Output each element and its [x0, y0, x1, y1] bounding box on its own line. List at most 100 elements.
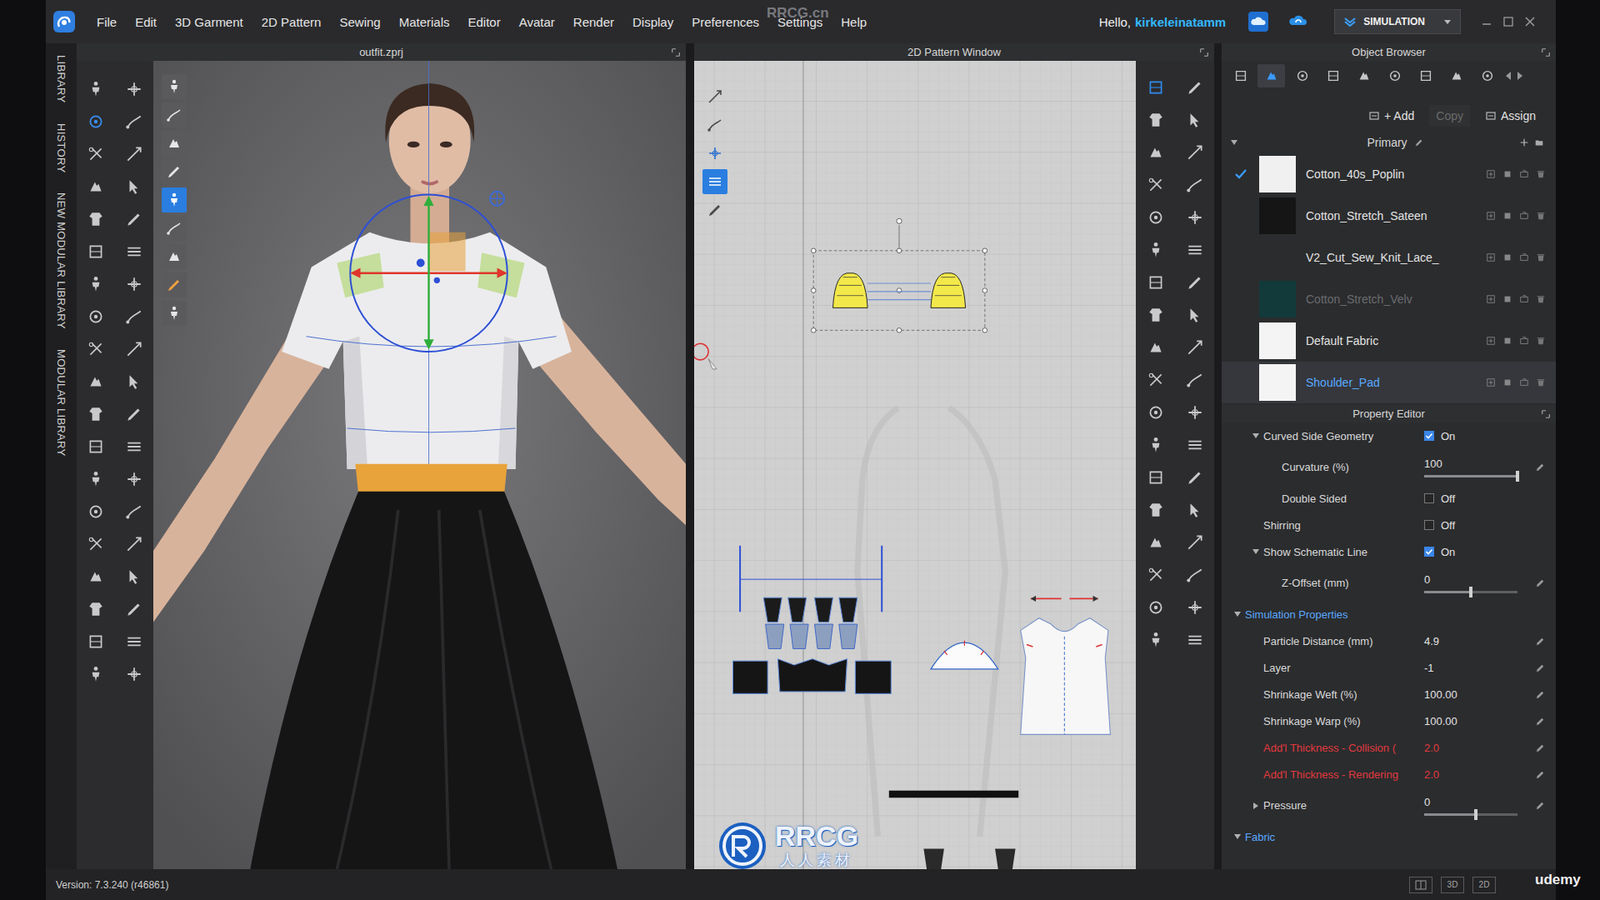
shape-icon[interactable]: [1449, 68, 1465, 84]
tool-button[interactable]: [86, 275, 105, 294]
edit-icon[interactable]: [1535, 742, 1546, 754]
pattern-view-tool[interactable]: [702, 112, 728, 138]
scissors-icon[interactable]: [86, 535, 105, 554]
lines-icon[interactable]: [125, 632, 144, 651]
move-icon[interactable]: [125, 470, 144, 489]
move-icon[interactable]: [1185, 208, 1205, 227]
shape-icon[interactable]: [1146, 533, 1165, 552]
cursor-icon[interactable]: [125, 567, 144, 586]
tool-button[interactable]: [86, 242, 105, 261]
box-icon[interactable]: [1418, 68, 1434, 84]
expand-icon[interactable]: [670, 47, 681, 58]
lines-icon[interactable]: [125, 242, 144, 261]
scissors-icon[interactable]: [1146, 175, 1165, 195]
avatar-icon[interactable]: [165, 191, 183, 209]
arrow-icon[interactable]: [1185, 338, 1205, 357]
arrow-icon[interactable]: [1185, 533, 1205, 552]
pencil-icon[interactable]: [125, 210, 144, 229]
shape-icon[interactable]: [165, 248, 183, 265]
move-icon[interactable]: [125, 275, 144, 294]
scroll-right-icon[interactable]: [1515, 70, 1525, 81]
expand-icon[interactable]: [1199, 47, 1210, 58]
pattern-pieces[interactable]: [694, 60, 1136, 870]
tool-button[interactable]: [86, 567, 105, 586]
sync-button[interactable]: [1287, 10, 1310, 33]
pencil-icon[interactable]: [125, 405, 144, 424]
pattern-tool[interactable]: [1146, 305, 1165, 325]
scroll-left-icon[interactable]: [1504, 70, 1513, 81]
tool-button[interactable]: [86, 177, 105, 196]
slider-value[interactable]: 0: [1424, 795, 1535, 809]
pattern-view-tool[interactable]: [702, 169, 728, 195]
pattern-tool[interactable]: [1185, 78, 1205, 97]
pattern-tool[interactable]: [1185, 175, 1205, 195]
delete-icon[interactable]: [1535, 252, 1546, 263]
edit-icon[interactable]: [1535, 769, 1546, 780]
pattern-view-tool[interactable]: [702, 140, 728, 166]
duplicate-icon[interactable]: [1485, 294, 1496, 305]
target-icon[interactable]: [1387, 68, 1403, 84]
move-icon[interactable]: [1185, 598, 1205, 617]
slider-value[interactable]: 0: [1424, 573, 1535, 586]
shape-icon[interactable]: [1146, 338, 1165, 357]
expand-toggle[interactable]: [1251, 801, 1260, 810]
menu-item[interactable]: Preferences: [682, 15, 769, 30]
pencil-icon[interactable]: [706, 201, 724, 219]
edit-icon[interactable]: [1535, 662, 1546, 674]
pattern-tool[interactable]: [1185, 240, 1205, 260]
fabric-row[interactable]: V2_Cut_Sew_Knit_Lace_: [1221, 236, 1556, 279]
checkbox[interactable]: [1424, 520, 1435, 530]
menu-item[interactable]: Edit: [125, 15, 166, 30]
delete-icon[interactable]: [1535, 335, 1546, 346]
menu-item[interactable]: Materials: [390, 15, 460, 30]
pattern-tool[interactable]: [1146, 110, 1165, 130]
save-icon[interactable]: [1519, 252, 1530, 263]
edit-button[interactable]: [1535, 635, 1546, 647]
tool-button[interactable]: [86, 145, 105, 164]
fabric-row[interactable]: Cotton_Stretch_Sateen: [1221, 195, 1556, 237]
view-tool[interactable]: [161, 102, 187, 128]
collapse-arrow-icon[interactable]: [1251, 547, 1260, 556]
target-icon[interactable]: [86, 307, 105, 326]
pattern-tool[interactable]: [1146, 598, 1165, 617]
box-icon[interactable]: [1233, 68, 1249, 84]
arrow-icon[interactable]: [125, 340, 144, 359]
pattern-tool[interactable]: [1185, 273, 1205, 292]
pattern-tool[interactable]: [1185, 338, 1205, 357]
save-icon[interactable]: [1519, 294, 1530, 305]
garment-icon[interactable]: [86, 405, 105, 424]
box-icon[interactable]: [86, 242, 105, 261]
menu-item[interactable]: File: [87, 15, 126, 30]
delete-icon[interactable]: [1535, 294, 1546, 305]
save-icon[interactable]: [1519, 210, 1530, 221]
app-logo-icon[interactable]: [52, 10, 76, 34]
tool-button[interactable]: [86, 80, 105, 99]
scissors-icon[interactable]: [1146, 370, 1165, 390]
expand-arrow-icon[interactable]: [1251, 801, 1260, 810]
value-field[interactable]: 100.00: [1424, 715, 1458, 728]
tool-button[interactable]: [125, 632, 144, 651]
lines-icon[interactable]: [1185, 435, 1205, 455]
pattern-tool[interactable]: [1185, 143, 1205, 162]
tool-button[interactable]: [125, 307, 144, 326]
properties-icon[interactable]: [1502, 252, 1513, 263]
browser-tab[interactable]: [1442, 64, 1470, 88]
tool-button[interactable]: [125, 340, 144, 359]
duplicate-icon[interactable]: [1485, 210, 1496, 221]
properties-icon[interactable]: [1502, 210, 1513, 221]
arrow-icon[interactable]: [706, 88, 724, 105]
menu-item[interactable]: Sewing: [330, 15, 390, 30]
pattern-tool[interactable]: [1146, 240, 1165, 260]
pattern-tool[interactable]: [1146, 533, 1165, 552]
tool-button[interactable]: [86, 502, 105, 521]
edit-icon[interactable]: [1535, 800, 1546, 811]
fabric-row[interactable]: Cotton_Stretch_Velv: [1221, 278, 1556, 320]
browser-tab[interactable]: [1288, 64, 1316, 88]
avatar-icon[interactable]: [1146, 240, 1165, 260]
duplicate-icon[interactable]: [1485, 377, 1496, 388]
value-field[interactable]: 2.0: [1424, 768, 1440, 781]
edit-button[interactable]: [1535, 769, 1546, 780]
fabric-row[interactable]: Default Fabric: [1221, 320, 1556, 362]
collapse-arrow-icon[interactable]: [1233, 832, 1242, 841]
avatar-icon[interactable]: [86, 665, 105, 684]
